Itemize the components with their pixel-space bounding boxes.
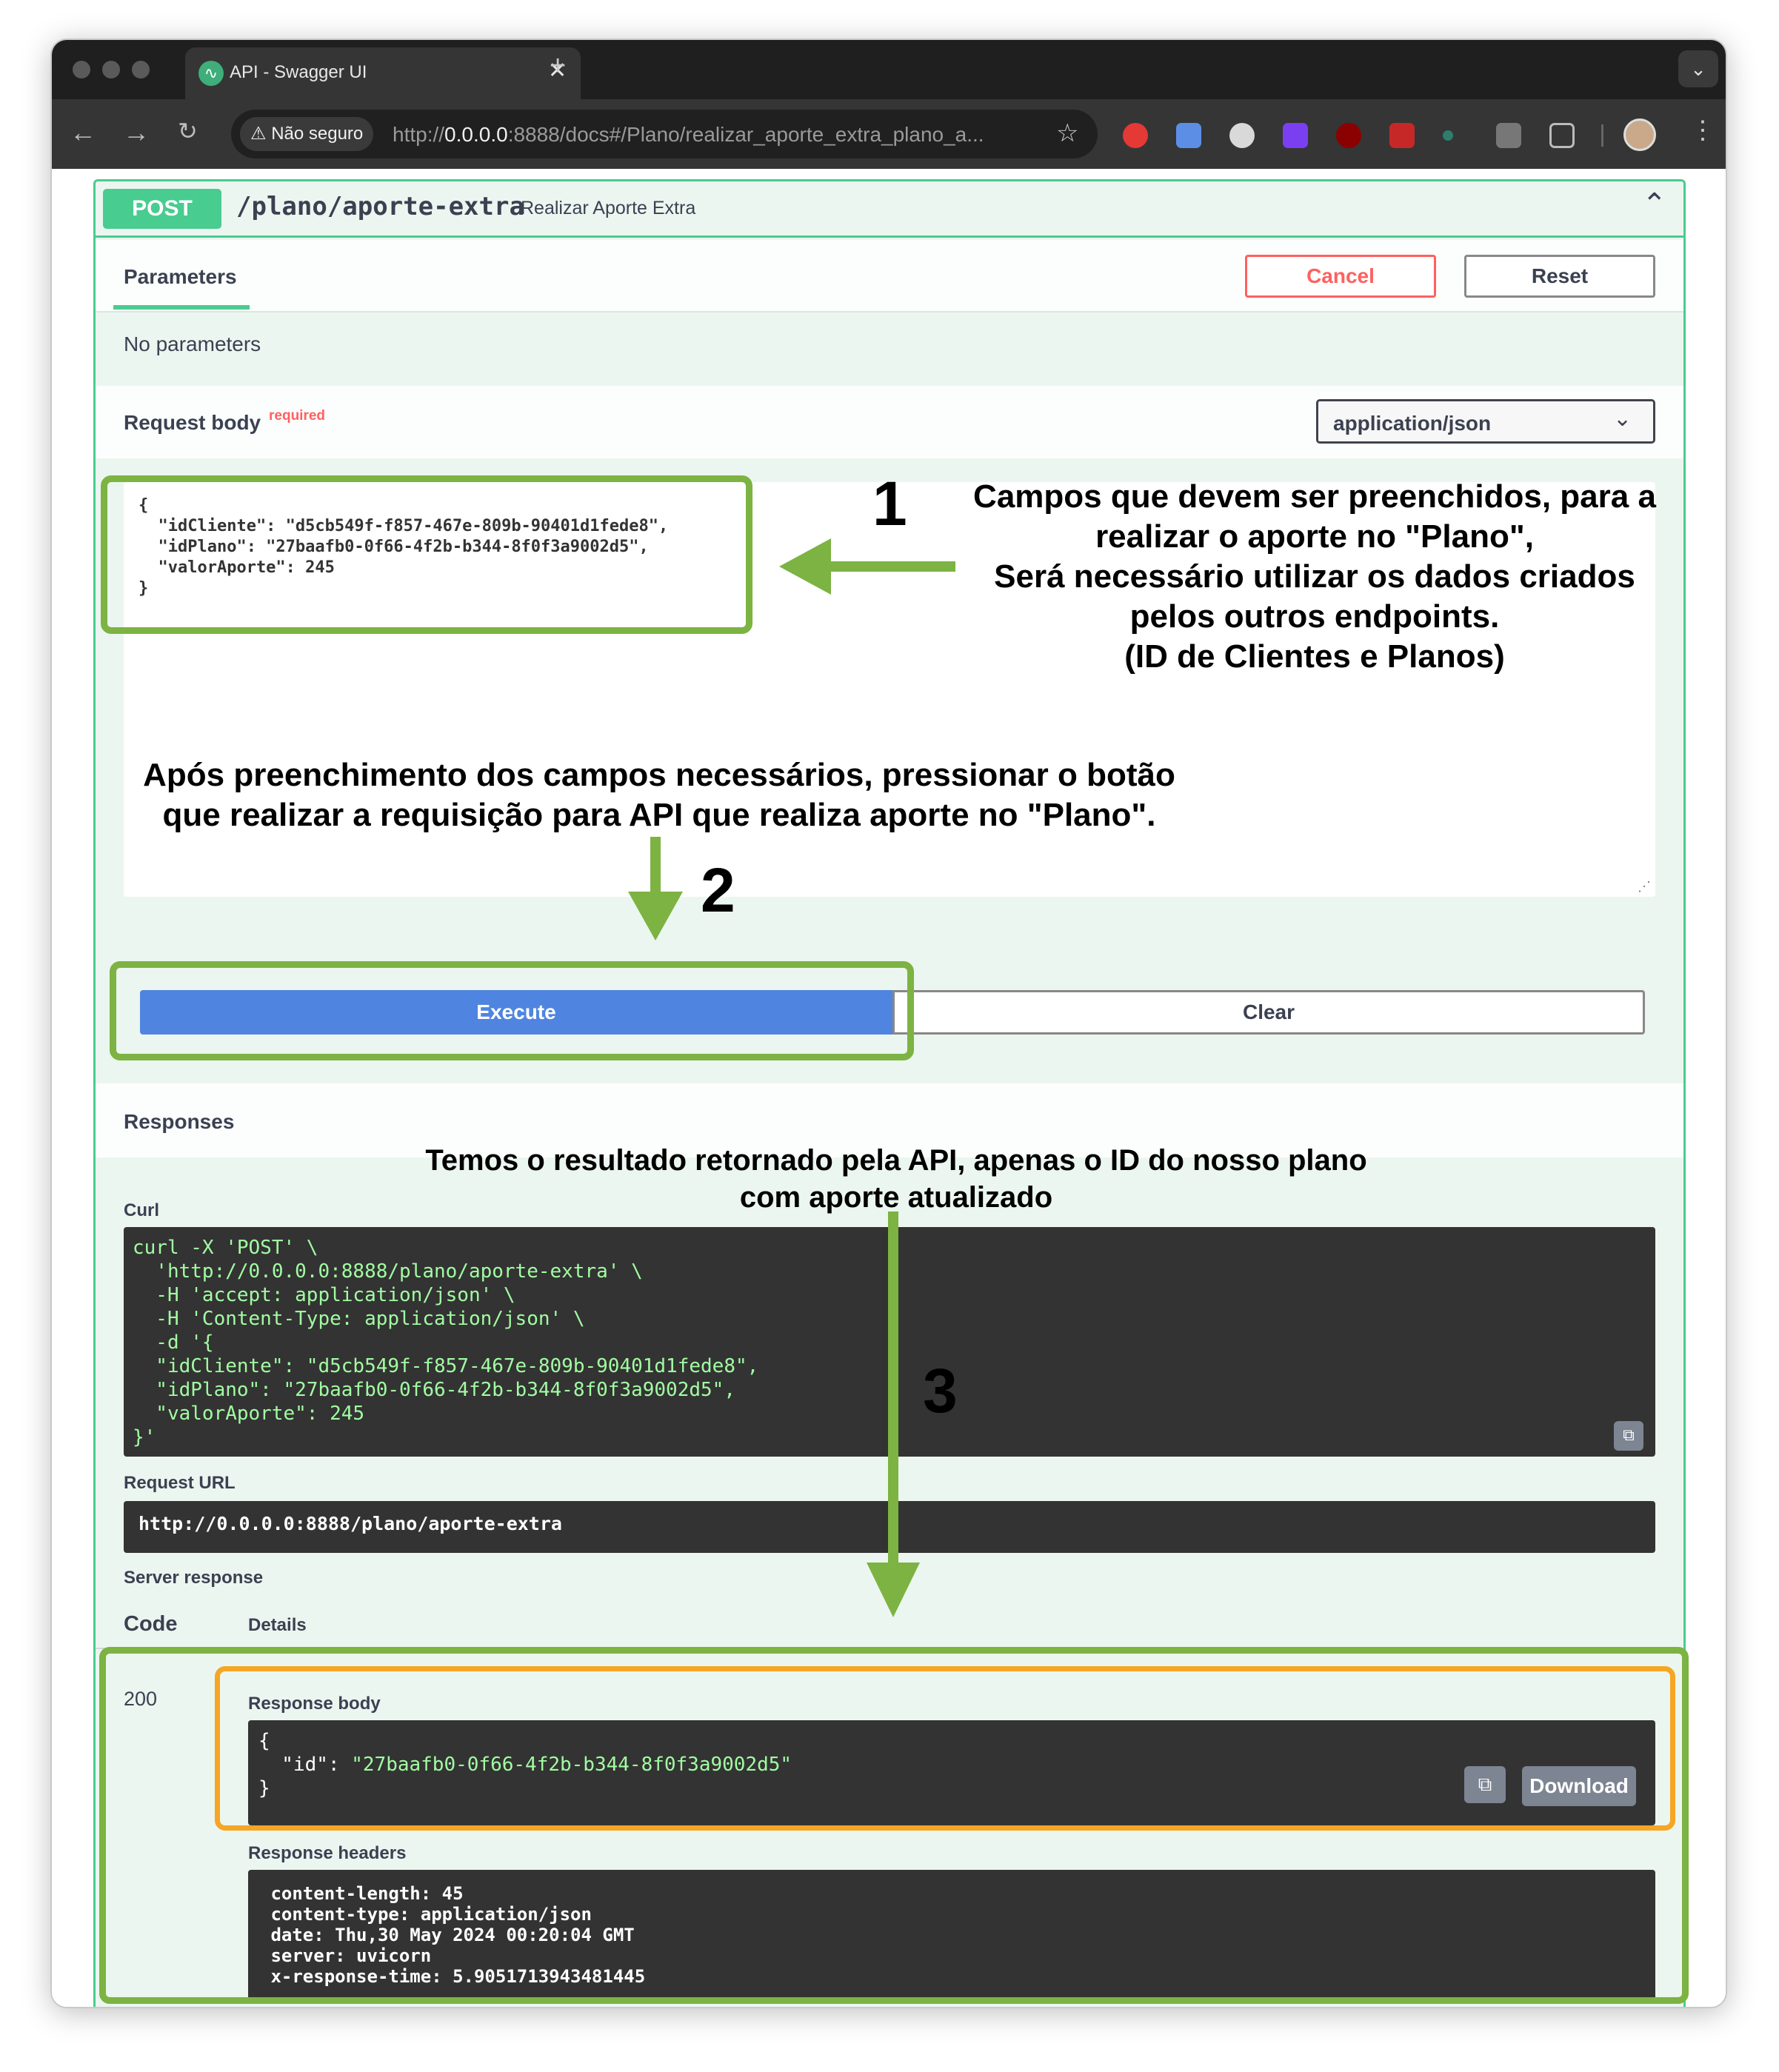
details-column-header: Details (248, 1615, 307, 1635)
parameters-section-header: Parameters Cancel Reset (96, 240, 1683, 313)
profile-avatar[interactable] (1623, 118, 1656, 151)
annotation-arrow-2-icon (628, 837, 683, 940)
annotation-box-execute (110, 961, 914, 1060)
operation-summary: Realizar Aporte Extra (521, 198, 696, 218)
tab-search-button[interactable]: ⌄ (1678, 50, 1718, 87)
code-column-header: Code (124, 1612, 178, 1636)
no-parameters-text: No parameters (124, 332, 261, 355)
swagger-logo-icon: ∿ (198, 61, 224, 86)
tab-bar: ∿ API - Swagger UI ✕ + ⌄ (52, 40, 1726, 99)
wand-extension-icon[interactable] (1389, 123, 1415, 148)
bookmark-star-icon[interactable]: ☆ (1056, 118, 1078, 148)
v-extension-icon[interactable] (1283, 123, 1308, 148)
request-url-label: Request URL (124, 1473, 236, 1493)
warning-triangle-icon: ⚠ (250, 124, 267, 144)
annotation-text-1: Campos que devem ser preenchidos, para a… (973, 478, 1656, 675)
browser-toolbar: ← → ↻ ⚠ Não seguro http://0.0.0.0:8888/d… (52, 99, 1726, 169)
close-window-dot[interactable] (73, 61, 90, 78)
dot-extension-icon[interactable] (1443, 130, 1453, 141)
ublock-extension-icon[interactable] (1336, 123, 1361, 148)
reset-button[interactable]: Reset (1464, 255, 1655, 298)
annotation-box-response-body (215, 1666, 1675, 1831)
tab-title: API - Swagger UI (230, 62, 367, 82)
annotation-text-2: Após preenchimento dos campos necessário… (143, 757, 1175, 833)
browser-tab[interactable]: ∿ API - Swagger UI ✕ (185, 47, 581, 99)
screen-capture-extension-icon[interactable] (1176, 123, 1201, 148)
speedometer-extension-icon[interactable] (1229, 123, 1255, 148)
extensions-puzzle-icon[interactable] (1549, 123, 1575, 148)
chevron-up-icon[interactable]: ⌃ (1642, 187, 1667, 221)
security-label: Não seguro (271, 124, 364, 144)
annotation-box-request-body (101, 475, 752, 634)
url-text[interactable]: http://0.0.0.0:8888/docs#/Plano/realizar… (393, 123, 984, 147)
radiation-extension-icon[interactable] (1496, 123, 1521, 148)
tab-parameters[interactable]: Parameters (124, 265, 237, 289)
security-chip[interactable]: ⚠ Não seguro (240, 117, 374, 151)
request-body-label: Request body (124, 411, 261, 434)
curl-command-text: curl -X 'POST' \ 'http://0.0.0.0:8888/pl… (133, 1237, 759, 1448)
address-bar[interactable]: ⚠ Não seguro http://0.0.0.0:8888/docs#/P… (231, 110, 1098, 158)
stop-hand-extension-icon[interactable] (1123, 123, 1148, 148)
maximize-window-dot[interactable] (132, 61, 150, 78)
resize-handle-icon[interactable]: ⋰ (1638, 879, 1651, 895)
operation-header[interactable]: POST /plano/aporte-extra Realizar Aporte… (96, 181, 1683, 238)
new-tab-button[interactable]: + (550, 50, 566, 82)
annotation-number-2: 2 (701, 855, 735, 925)
toolbar-divider (1601, 124, 1603, 147)
annotation-text-3: Temos o resultado retornado pela API, ap… (425, 1144, 1367, 1214)
cancel-button[interactable]: Cancel (1245, 255, 1436, 298)
responses-title: Responses (124, 1110, 235, 1133)
clear-button[interactable]: Clear (892, 990, 1645, 1035)
content-type-value: application/json (1333, 412, 1492, 435)
copy-clipboard-icon[interactable]: ⧉ (1614, 1421, 1643, 1451)
request-body-header: Request body required application/json ⌄ (96, 386, 1683, 458)
reload-icon[interactable]: ↻ (178, 117, 198, 145)
curl-label: Curl (124, 1200, 159, 1220)
operation-path: /plano/aporte-extra (236, 192, 524, 221)
minimize-window-dot[interactable] (102, 61, 120, 78)
annotation-arrow-1-icon (779, 538, 955, 595)
tab-active-indicator (113, 305, 250, 310)
chevron-down-icon: ⌄ (1613, 407, 1632, 431)
annotation-arrow-3-icon (867, 1212, 920, 1617)
kebab-menu-icon[interactable]: ⋮ (1690, 116, 1715, 145)
server-response-label: Server response (124, 1568, 264, 1588)
back-arrow-icon[interactable]: ← (70, 117, 96, 148)
annotation-number-3: 3 (923, 1356, 958, 1426)
method-badge: POST (103, 189, 221, 229)
forward-arrow-icon[interactable]: → (123, 117, 150, 148)
required-badge: required (269, 408, 326, 424)
content-type-select[interactable]: application/json ⌄ (1316, 399, 1655, 444)
